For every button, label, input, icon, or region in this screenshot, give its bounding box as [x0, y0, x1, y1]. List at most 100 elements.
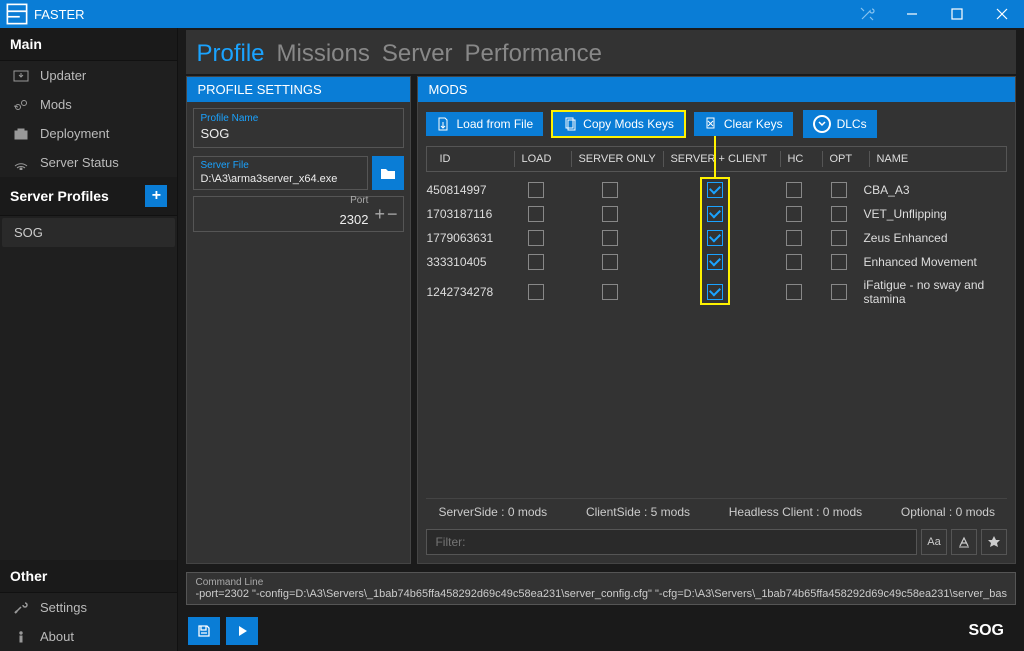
profile-settings-header: PROFILE SETTINGS	[187, 77, 410, 102]
cell-name: iFatigue - no sway and stamina	[863, 278, 1007, 306]
stat-client: ClientSide : 5 mods	[586, 505, 690, 519]
tab-server[interactable]: Server	[382, 40, 453, 68]
checkbox-opt[interactable]	[831, 254, 847, 270]
command-line-box[interactable]: Command Line -port=2302 "-config=D:\A3\S…	[186, 572, 1016, 605]
col-name[interactable]: NAME	[872, 151, 998, 167]
checkbox-hc[interactable]	[786, 206, 802, 222]
checkbox-hc[interactable]	[786, 284, 802, 300]
checkbox-load[interactable]	[528, 206, 544, 222]
checkbox-server-only[interactable]	[602, 206, 618, 222]
button-label: Load from File	[456, 117, 533, 131]
match-case-button[interactable]: Aa	[921, 529, 947, 555]
browse-server-file-button[interactable]	[372, 156, 404, 190]
mods-panel: MODS Load from File Copy Mods Keys Clear…	[417, 76, 1016, 564]
checkbox-server-only[interactable]	[602, 230, 618, 246]
checkbox-server-only[interactable]	[602, 182, 618, 198]
command-line-value: -port=2302 "-config=D:\A3\Servers\_1bab7…	[195, 588, 1007, 600]
copy-mods-keys-button[interactable]: Copy Mods Keys	[553, 112, 684, 136]
server-file-value: D:\A3\arma3server_x64.exe	[200, 173, 361, 185]
sidebar-item-server-status[interactable]: Server Status	[0, 148, 177, 177]
filter-mode-button[interactable]	[951, 529, 977, 555]
checkbox-server-client[interactable]	[707, 230, 723, 246]
play-button[interactable]	[226, 617, 258, 645]
sidebar-item-mods[interactable]: Mods	[0, 90, 177, 119]
sidebar-other-header: Other	[0, 560, 177, 593]
tab-profile[interactable]: Profile	[196, 40, 264, 68]
sidebar: Main Updater Mods Deployment Server Stat…	[0, 28, 178, 651]
col-opt[interactable]: OPT	[825, 151, 870, 167]
steam-icon	[12, 98, 30, 112]
app-logo	[6, 3, 28, 25]
filter-input[interactable]	[426, 529, 917, 555]
port-decrement[interactable]: −	[387, 204, 398, 225]
dlcs-button[interactable]: DLCs	[803, 110, 877, 138]
titlebar: FASTER	[0, 0, 1024, 28]
button-label: Copy Mods Keys	[583, 117, 674, 131]
filter-row: Aa	[426, 529, 1007, 555]
checkbox-load[interactable]	[528, 254, 544, 270]
checkbox-load[interactable]	[528, 182, 544, 198]
mods-header: MODS	[418, 77, 1015, 102]
checkbox-server-only[interactable]	[602, 284, 618, 300]
mods-toolbar: Load from File Copy Mods Keys Clear Keys…	[418, 102, 1015, 146]
checkbox-load[interactable]	[528, 230, 544, 246]
sidebar-main-label: Main	[10, 36, 42, 52]
tab-missions[interactable]: Missions	[277, 40, 370, 68]
sidebar-profiles-header: Server Profiles +	[0, 177, 177, 216]
server-file-label: Server File	[200, 160, 361, 171]
sidebar-item-about[interactable]: About	[0, 622, 177, 651]
save-button[interactable]	[188, 617, 220, 645]
sidebar-item-updater[interactable]: Updater	[0, 61, 177, 90]
clear-keys-button[interactable]: Clear Keys	[694, 112, 793, 136]
briefcase-icon	[12, 127, 30, 141]
active-profile-name: SOG	[968, 622, 1014, 640]
window-close[interactable]	[979, 0, 1024, 28]
port-label: Port	[340, 195, 369, 206]
checkbox-load[interactable]	[528, 284, 544, 300]
sidebar-item-label: Deployment	[40, 126, 109, 141]
checkbox-opt[interactable]	[831, 230, 847, 246]
cell-name: CBA_A3	[863, 183, 1007, 197]
col-server-only[interactable]: SERVER ONLY	[574, 151, 664, 167]
checkbox-hc[interactable]	[786, 230, 802, 246]
window-maximize[interactable]	[934, 0, 979, 28]
table-row: 1703187116VET_Unflipping	[426, 202, 1007, 226]
profile-name-field[interactable]: Profile Name SOG	[193, 108, 404, 148]
checkbox-hc[interactable]	[786, 182, 802, 198]
window-minimize[interactable]	[889, 0, 934, 28]
stat-hc: Headless Client : 0 mods	[729, 505, 862, 519]
checkbox-server-client[interactable]	[707, 254, 723, 270]
sidebar-item-deployment[interactable]: Deployment	[0, 119, 177, 148]
checkbox-opt[interactable]	[831, 284, 847, 300]
checkbox-server-client[interactable]	[707, 182, 723, 198]
col-hc[interactable]: HC	[783, 151, 823, 167]
checkbox-opt[interactable]	[831, 206, 847, 222]
server-file-field[interactable]: Server File D:\A3\arma3server_x64.exe	[193, 156, 368, 190]
info-icon	[12, 630, 30, 644]
col-server-client[interactable]: SERVER + CLIENT	[666, 151, 781, 167]
profile-name-value: SOG	[200, 126, 397, 141]
stat-server: ServerSide : 0 mods	[438, 505, 547, 519]
checkbox-hc[interactable]	[786, 254, 802, 270]
col-id[interactable]: ID	[435, 151, 515, 167]
checkbox-server-client[interactable]	[707, 284, 723, 300]
profile-name-label: Profile Name	[200, 113, 397, 124]
checkbox-server-client[interactable]	[707, 206, 723, 222]
profile-item-sog[interactable]: SOG	[2, 218, 175, 247]
load-from-file-button[interactable]: Load from File	[426, 112, 543, 136]
sidebar-item-settings[interactable]: Settings	[0, 593, 177, 622]
profile-settings-panel: PROFILE SETTINGS Profile Name SOG Server…	[186, 76, 411, 564]
checkbox-opt[interactable]	[831, 182, 847, 198]
cell-name: Enhanced Movement	[863, 255, 1007, 269]
port-field[interactable]: Port 2302 + −	[193, 196, 404, 232]
filter-reset-button[interactable]	[981, 529, 1007, 555]
col-load[interactable]: LOAD	[517, 151, 572, 167]
port-increment[interactable]: +	[374, 204, 385, 225]
add-profile-button[interactable]: +	[145, 185, 167, 207]
checkbox-server-only[interactable]	[602, 254, 618, 270]
file-icon	[436, 117, 450, 131]
copy-icon	[563, 117, 577, 131]
tools-icon[interactable]	[844, 0, 889, 28]
tab-performance[interactable]: Performance	[465, 40, 602, 68]
app-title: FASTER	[34, 7, 844, 22]
